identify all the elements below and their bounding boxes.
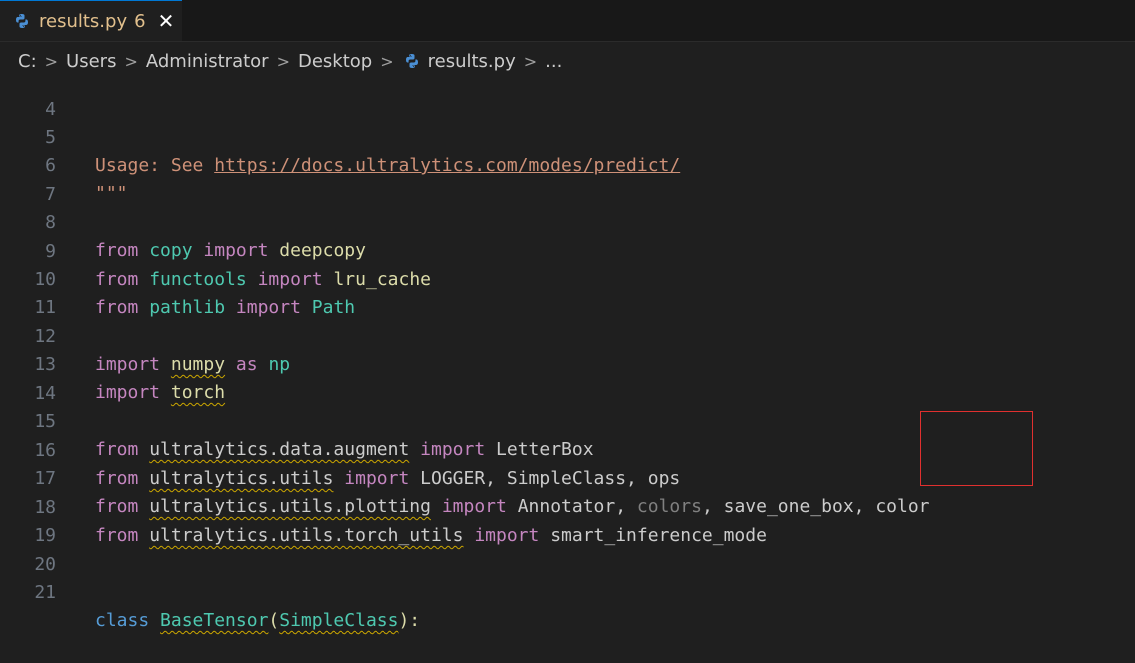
code-line: 4 xyxy=(0,68,1135,120)
python-file-icon xyxy=(405,54,418,68)
code-line: 9 from functools import lru_cache xyxy=(0,210,1135,290)
tab-results-py[interactable]: results.py 6 ✕ xyxy=(0,0,182,41)
code-line: 12 import numpy as np xyxy=(0,295,1135,375)
close-icon[interactable]: ✕ xyxy=(158,11,175,31)
keyword: class xyxy=(95,610,150,631)
problems-count-badge: 6 xyxy=(134,10,146,32)
paren: ( xyxy=(268,610,280,631)
code-line: 20 xyxy=(0,523,1135,575)
code-line: 8 from copy import deepcopy xyxy=(0,181,1135,261)
line-number: 21 xyxy=(34,582,56,603)
code-line: 21 class BaseTensor(SimpleClass): xyxy=(0,551,1135,631)
code-line: 19 xyxy=(0,494,1135,546)
tab-bar: results.py 6 ✕ xyxy=(0,0,1135,42)
code-line: 5 Usage: See https://docs.ultralytics.co… xyxy=(0,96,1135,176)
code-editor[interactable]: 4 5 Usage: See https://docs.ultralytics.… xyxy=(0,77,1135,631)
python-file-icon xyxy=(16,14,28,28)
tab-label: results.py xyxy=(39,10,128,32)
code-line: 13 import torch xyxy=(0,323,1135,403)
code-text: class BaseTensor(SimpleClass): xyxy=(95,607,420,635)
class-name: BaseTensor xyxy=(160,610,269,631)
code-line: 6 """ xyxy=(0,124,1135,204)
code-line: 7 xyxy=(0,153,1135,205)
code-line: 10 from pathlib import Path xyxy=(0,238,1135,318)
code-line: 11 xyxy=(0,266,1135,318)
highlight-box xyxy=(920,411,1033,486)
code-line: 15 from ultralytics.data.augment import … xyxy=(0,380,1135,460)
paren: ): xyxy=(398,610,421,631)
base-class-name: SimpleClass xyxy=(279,610,399,631)
code-line: 14 xyxy=(0,352,1135,404)
